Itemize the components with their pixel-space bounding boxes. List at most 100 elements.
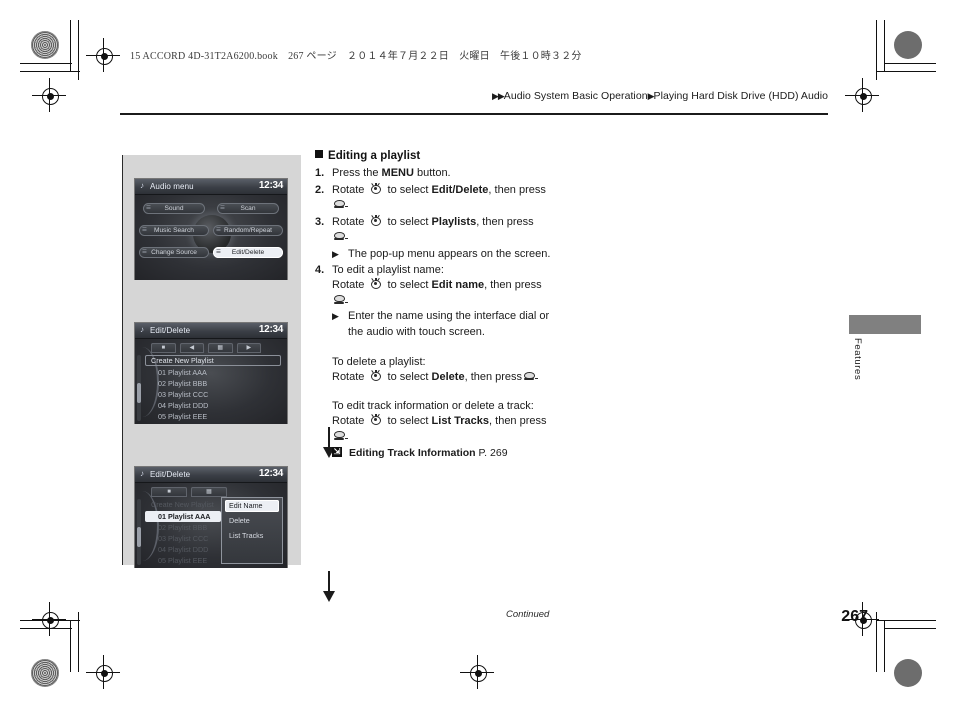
track-info-title: To edit track information or delete a tr… [332, 399, 534, 412]
step-4-text: To edit a playlist name: [332, 263, 444, 276]
rotate-dial-icon [368, 414, 383, 426]
screen2-body: ■ ◀ ▦ ▶ Create New Playlist 01 Playlist … [135, 339, 287, 424]
search-icon: ☰ [142, 227, 147, 233]
list-item-create-playlist[interactable]: Create New Playlist [145, 499, 221, 510]
list-item[interactable]: 02 Playlist BBB [145, 378, 281, 389]
step-1-pre: Press the [332, 167, 382, 179]
crop-mark [20, 620, 80, 621]
screenshot-panel: ♪ Audio menu 12:34 ☰ Sound ☰ Scan ☰ Music S… [122, 155, 335, 602]
screenshot-playlist-list: ♪ Edit/Delete 12:34 ■ ◀ ▦ ▶ Create New P… [135, 323, 287, 424]
step-3-mid: to select [384, 215, 432, 228]
section-bullet-icon [315, 150, 323, 158]
step-1-bold: MENU [381, 167, 414, 179]
step-3-note: ▶ The pop-up menu appears on the screen. [332, 247, 585, 263]
list-item[interactable]: 03 Playlist CCC [145, 533, 221, 544]
crosshair-top-right [845, 78, 879, 112]
step-1-post: button. [413, 167, 451, 179]
screen3-tab-strip[interactable]: ■ ▦ [151, 486, 227, 497]
note-arrow-icon: ▶ [332, 248, 339, 259]
screen3-body: ■ ▦ Create New Playlist 01 Playlist AAA … [135, 483, 287, 568]
cross-reference[interactable]: ⇲ Editing Track Information P. 269 [332, 446, 585, 461]
list-item[interactable]: 01 Playlist AAA [145, 367, 281, 378]
screen2-scrollbar[interactable] [137, 355, 141, 421]
list-item[interactable]: 05 Playlist EEE [145, 555, 221, 566]
screen1-button-change-source[interactable]: ☰ Change Source [139, 247, 209, 258]
step-4: 4. To edit a playlist name: Rotate to sel… [315, 263, 585, 341]
screen1-button-random-repeat[interactable]: ☰ Random/Repeat [213, 225, 283, 236]
screen1-button-sound-label: Sound [164, 205, 184, 212]
popup-item-list-tracks[interactable]: List Tracks [225, 530, 279, 542]
delete-playlist-title: To delete a playlist: [332, 355, 426, 368]
screen1-clock: 12:34 [258, 180, 283, 191]
step-3: 3. Rotate to select Playlists, then press [315, 214, 585, 246]
level-icon: ☰ [146, 205, 151, 211]
list-item[interactable]: 05 Playlist EEE [145, 411, 281, 422]
delete-bold: Delete [431, 371, 465, 384]
popup-item-edit-name[interactable]: Edit Name [225, 500, 279, 512]
crop-mark [20, 71, 80, 72]
list-item[interactable]: 02 Playlist BBB [145, 522, 221, 533]
crop-mark [884, 628, 936, 629]
step-4-press [332, 294, 585, 310]
thumb-index-label: Features [852, 338, 863, 381]
screen2-tab-strip[interactable]: ■ ◀ ▦ ▶ [151, 342, 261, 353]
screen1-button-edit-delete-label: Edit/Delete [231, 249, 265, 256]
tab-prev-icon[interactable]: ◀ [179, 342, 204, 353]
breadcrumb: ▶▶Audio System Basic Operation▶Playing H… [492, 90, 828, 102]
rotate-dial-icon [368, 370, 383, 382]
screen3-scrollbar[interactable] [137, 499, 141, 565]
list-item[interactable]: 04 Playlist DDD [145, 400, 281, 411]
press-dial-icon [333, 294, 348, 305]
list-item-selected[interactable]: 01 Playlist AAA [145, 511, 221, 522]
registration-target-top-right [894, 31, 922, 59]
screen2-list: Create New Playlist 01 Playlist AAA 02 P… [145, 355, 281, 422]
press-dial-icon [333, 198, 348, 209]
step-3-number: 3. [315, 215, 325, 228]
list-item[interactable]: 03 Playlist CCC [145, 389, 281, 400]
delete-playlist-line: Rotate to select Delete, then press [332, 370, 585, 386]
screen3-list: Create New Playlist 01 Playlist AAA 02 P… [145, 499, 221, 566]
list-item-create-playlist[interactable]: Create New Playlist [145, 355, 281, 366]
step-4-note: ▶ Enter the name using the interface dial… [332, 309, 585, 340]
tab-list-icon[interactable]: ▦ [208, 342, 233, 353]
step-3-press [332, 230, 585, 246]
manual-page: 15 ACCORD 4D-31T2A6200.book 267 ページ ２０１４… [0, 0, 954, 718]
step-2-press [332, 198, 585, 214]
registration-target-top-left [31, 31, 59, 59]
screen2-status-bar: ♪ Edit/Delete 12:34 [135, 323, 287, 339]
delete-mid: to select [384, 371, 432, 384]
cross-reference-label: Editing Track Information [349, 446, 476, 459]
continued-label: Continued [506, 609, 550, 620]
tracks-bold: List Tracks [431, 415, 490, 428]
screen1-button-edit-delete[interactable]: ☰ Edit/Delete [213, 247, 283, 258]
step-1: 1. Press the MENU button. [315, 166, 585, 182]
screen1-title: Audio menu [150, 182, 194, 191]
tab-stop-icon[interactable]: ■ [151, 486, 187, 497]
crop-mark [78, 612, 79, 672]
step-3-pre: Rotate [332, 215, 368, 228]
screen1-button-scan[interactable]: ☰ Scan [217, 203, 279, 214]
popup-item-delete[interactable]: Delete [225, 515, 279, 527]
breadcrumb-double-arrow-icon: ▶▶ [491, 91, 505, 101]
screen1-button-music-search[interactable]: ☰ Music Search [139, 225, 209, 236]
step-2-mid: to select [384, 183, 432, 196]
note-arrow-icon: ▶ [332, 311, 339, 322]
step-4-note-line1: Enter the name using the interface dial … [348, 310, 550, 323]
screen1-button-sound[interactable]: ☰ Sound [143, 203, 205, 214]
crop-mark [876, 612, 877, 672]
rotate-dial-icon [368, 278, 383, 290]
popup-menu: Edit Name Delete List Tracks [221, 497, 283, 564]
tab-next-icon[interactable]: ▶ [236, 342, 261, 353]
screen3-title: Edit/Delete [150, 470, 191, 479]
tab-list-icon[interactable]: ▦ [191, 486, 227, 497]
music-note-icon: ♪ [140, 181, 144, 190]
step-3-bold: Playlists [431, 215, 477, 228]
press-dial-icon [523, 370, 539, 381]
step-3-post: , then press [476, 215, 534, 228]
step-4-mid: to select [384, 279, 432, 292]
tab-stop-icon[interactable]: ■ [151, 342, 176, 353]
screen1-button-random-repeat-label: Random/Repeat [223, 227, 273, 234]
screenshot-playlist-popup: ♪ Edit/Delete 12:34 ■ ▦ Create New Playl… [135, 467, 287, 568]
list-item[interactable]: 04 Playlist DDD [145, 544, 221, 555]
step-1-number: 1. [315, 167, 325, 179]
